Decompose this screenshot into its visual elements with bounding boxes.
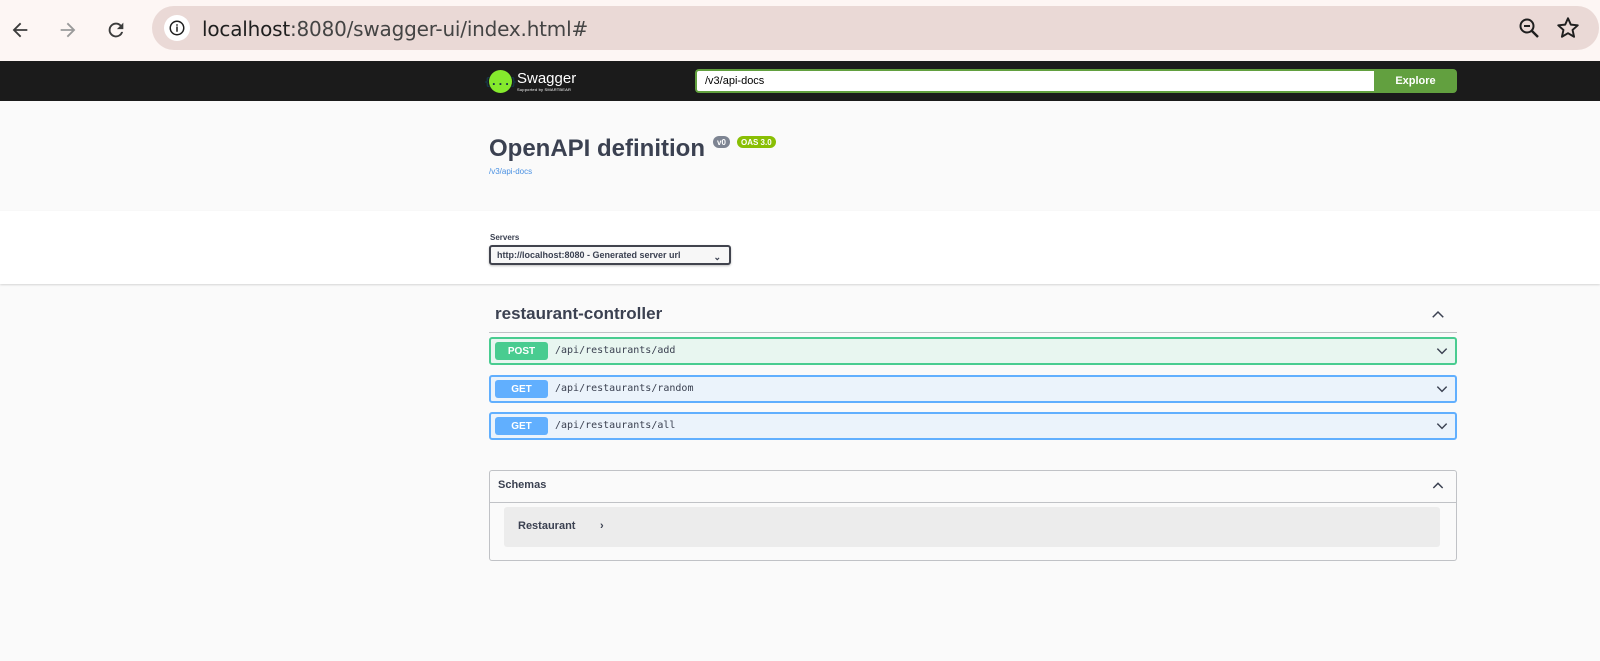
spec-url-input[interactable]: /v3/api-docs: [695, 69, 1374, 93]
tag-section-header[interactable]: restaurant-controller: [489, 298, 1457, 333]
operation-get-all[interactable]: GET /api/restaurants/all: [489, 412, 1457, 440]
address-bar[interactable]: localhost:8080/swagger-ui/index.html#: [152, 6, 1599, 50]
logo-subtitle: Supported by SMARTBEAR: [517, 86, 572, 92]
servers-label: Servers: [490, 233, 520, 242]
swagger-logo-icon: {...}: [484, 69, 517, 93]
chevron-up-icon[interactable]: [1430, 478, 1446, 494]
model-name: Restaurant: [518, 520, 576, 532]
version-badge: v0: [713, 136, 730, 148]
chevron-right-icon[interactable]: ›: [600, 520, 604, 532]
chevron-down-icon[interactable]: [1435, 344, 1449, 358]
back-button[interactable]: [3, 13, 37, 47]
operation-path: /api/restaurants/add: [555, 345, 676, 356]
chevron-down-icon[interactable]: [1435, 419, 1449, 433]
spec-link[interactable]: /v3/api-docs: [489, 167, 532, 176]
operation-get-random[interactable]: GET /api/restaurants/random: [489, 375, 1457, 403]
page-title: OpenAPI definition: [489, 135, 705, 162]
chevron-up-icon[interactable]: [1429, 306, 1447, 324]
logo-name: Swagger: [517, 69, 577, 87]
operation-post-add[interactable]: POST /api/restaurants/add: [489, 337, 1457, 365]
url-host: localhost: [202, 17, 290, 41]
forward-button[interactable]: [51, 13, 85, 47]
operation-path: /api/restaurants/all: [555, 420, 676, 431]
servers-section: Servers http://localhost:8080 - Generate…: [0, 211, 1600, 284]
url-rest: :8080/swagger-ui/index.html#: [289, 17, 589, 41]
reload-icon: [108, 22, 124, 38]
arrow-left-icon: [12, 22, 28, 38]
schemas-title: Schemas: [498, 479, 547, 491]
arrow-right-icon: [60, 22, 76, 38]
servers-selected: http://localhost:8080 - Generated server…: [497, 250, 681, 260]
site-info-icon[interactable]: [164, 15, 190, 41]
zoom-out-icon[interactable]: [1517, 16, 1541, 40]
servers-select[interactable]: http://localhost:8080 - Generated server…: [489, 245, 731, 265]
info-section: OpenAPI definition v0 OAS 3.0 /v3/api-do…: [0, 101, 1600, 211]
schemas-header[interactable]: Schemas: [490, 471, 1456, 503]
oas-badge: OAS 3.0: [737, 136, 776, 148]
schemas-section: Schemas Restaurant ›: [489, 470, 1457, 561]
swagger-topbar: {...} Swagger Supported by SMARTBEAR /v3…: [0, 61, 1600, 101]
method-badge: GET: [495, 417, 548, 435]
bookmark-star-icon[interactable]: [1555, 15, 1581, 41]
operation-path: /api/restaurants/random: [555, 383, 694, 394]
reload-button[interactable]: [99, 13, 133, 47]
explore-button[interactable]: Explore: [1374, 69, 1457, 93]
swagger-logo[interactable]: {...} Swagger Supported by SMARTBEAR: [484, 68, 577, 94]
chevron-down-icon[interactable]: [1435, 382, 1449, 396]
browser-toolbar: localhost:8080/swagger-ui/index.html#: [0, 0, 1600, 61]
model-restaurant[interactable]: Restaurant ›: [504, 507, 1440, 547]
tag-name: restaurant-controller: [495, 304, 663, 323]
url-text[interactable]: localhost:8080/swagger-ui/index.html#: [202, 17, 588, 41]
chevron-down-icon: ⌄: [713, 252, 721, 262]
method-badge: POST: [495, 342, 548, 360]
method-badge: GET: [495, 380, 548, 398]
